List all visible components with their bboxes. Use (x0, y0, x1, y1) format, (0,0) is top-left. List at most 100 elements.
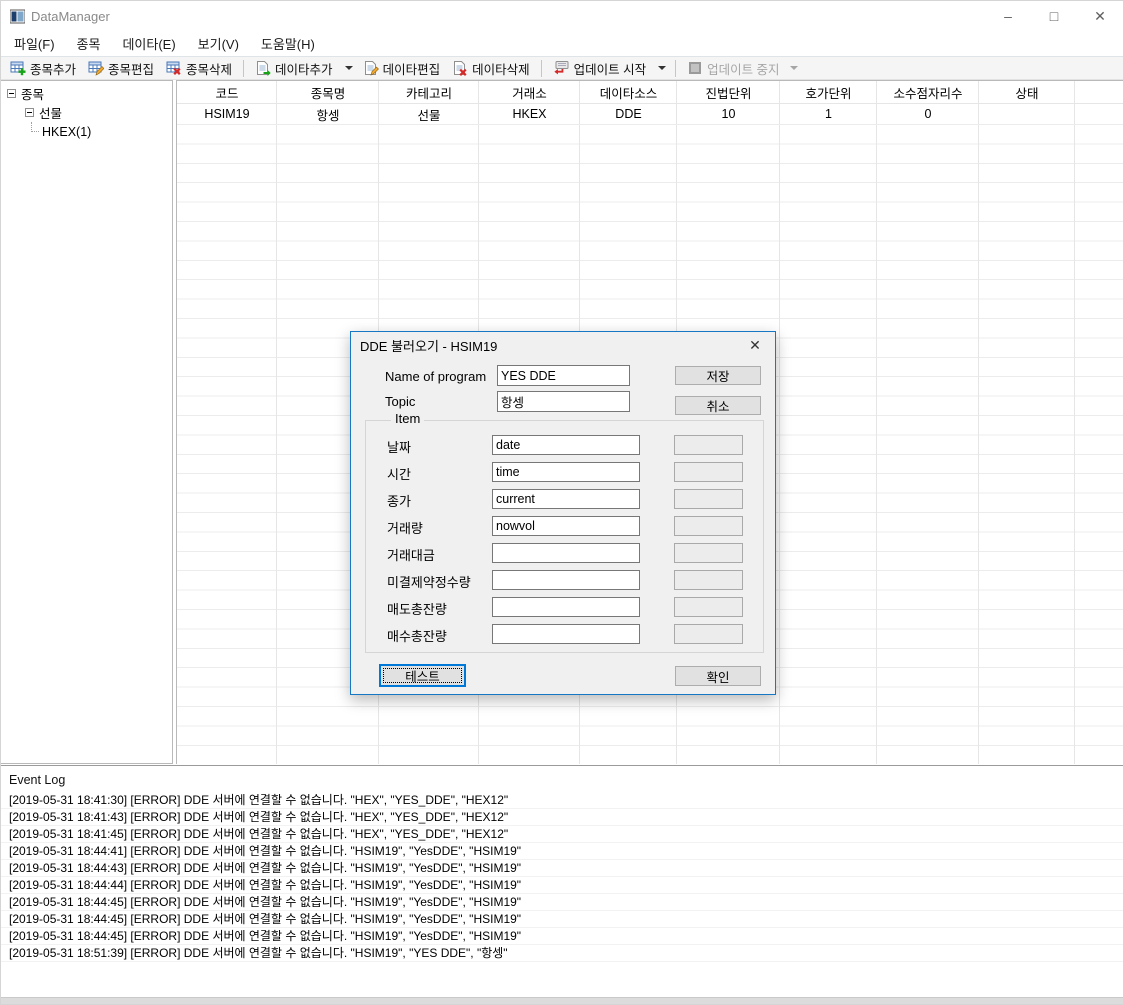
column-header[interactable]: 코드 (177, 81, 277, 103)
item-field-input[interactable] (492, 597, 640, 617)
column-header[interactable]: 호가단위 (780, 81, 877, 103)
delete-symbol-label: 종목삭제 (186, 59, 232, 78)
grid-cell[interactable]: 0 (877, 104, 979, 124)
item-field-input[interactable] (492, 489, 640, 509)
item-test-result-box (674, 516, 743, 536)
grid-column-separator (779, 81, 780, 764)
event-log-entry[interactable]: [2019-05-31 18:41:43] [ERROR] DDE 서버에 연결… (1, 809, 1123, 826)
collapse-icon[interactable] (25, 108, 34, 117)
collapse-icon[interactable] (7, 89, 16, 98)
edit-data-button[interactable]: 데이타편집 (357, 57, 447, 80)
tree-root-label[interactable]: 종목 (21, 84, 44, 103)
delete-symbol-button[interactable]: 종목삭제 (160, 57, 238, 80)
item-field-label: 종가 (387, 491, 411, 510)
item-field-input[interactable] (492, 462, 640, 482)
edit-symbol-button[interactable]: 종목편집 (82, 57, 160, 80)
add-data-button[interactable]: 데이타추가 (249, 57, 339, 80)
start-update-label: 업데이트 시작 (574, 59, 646, 78)
tree-item-futures[interactable]: 선물 (1, 103, 172, 122)
menu-help[interactable]: 도움말(H) (250, 31, 326, 56)
tree-item-hkex[interactable]: HKEX(1) (1, 122, 172, 141)
event-log-entry[interactable]: [2019-05-31 18:44:44] [ERROR] DDE 서버에 연결… (1, 877, 1123, 894)
grid-column-separator (276, 81, 277, 764)
add-data-dropdown-icon[interactable] (345, 66, 353, 70)
grid-cell[interactable]: 항셍 (277, 104, 379, 124)
tree-item-root[interactable]: 종목 (1, 84, 172, 103)
column-header[interactable]: 종목명 (277, 81, 379, 103)
toolbar: 종목추가 종목편집 종목삭제 데이타추가 데이타편집 데이타삭제 업데이트 시작 (1, 56, 1123, 80)
window-title: DataManager (31, 9, 110, 24)
dialog-close-button[interactable]: ✕ (739, 332, 771, 359)
stop-update-dropdown-icon (790, 66, 798, 70)
save-button[interactable]: 저장 (675, 366, 761, 385)
item-field-label: 미결제약정수량 (387, 572, 471, 591)
add-symbol-label: 종목추가 (30, 59, 76, 78)
delete-data-button[interactable]: 데이타삭제 (446, 57, 536, 80)
horizontal-scrollbar[interactable] (1, 997, 1123, 1004)
maximize-button[interactable]: □ (1031, 1, 1077, 31)
cancel-button[interactable]: 취소 (675, 396, 761, 415)
program-name-label: Name of program (385, 369, 486, 384)
column-header[interactable]: 카테고리 (379, 81, 479, 103)
tree-futures-label[interactable]: 선물 (39, 103, 62, 122)
start-update-dropdown-icon[interactable] (658, 66, 666, 70)
grid-cell[interactable]: 10 (677, 104, 780, 124)
dialog-title-bar: DDE 불러오기 - HSIM19 (351, 332, 775, 359)
menu-file[interactable]: 파일(F) (3, 31, 66, 56)
event-log-entry[interactable]: [2019-05-31 18:41:45] [ERROR] DDE 서버에 연결… (1, 826, 1123, 843)
item-field-input[interactable] (492, 543, 640, 563)
item-field-input[interactable] (492, 624, 640, 644)
event-log-entry[interactable]: [2019-05-31 18:41:30] [ERROR] DDE 서버에 연결… (1, 792, 1123, 809)
stop-update-button: 업데이트 중지 (681, 57, 807, 80)
ok-button[interactable]: 확인 (675, 666, 761, 686)
dialog-title: DDE 불러오기 - HSIM19 (360, 336, 497, 355)
item-test-result-box (674, 624, 743, 644)
doc-delete-icon (452, 60, 468, 76)
app-window: DataManager – □ ✕ 파일(F) 종목 데이타(E) 보기(V) … (0, 0, 1124, 1005)
grid-data-row[interactable]: HSIM19항셍선물HKEXDDE1010 (177, 104, 1124, 125)
column-header[interactable]: 진법단위 (677, 81, 780, 103)
column-header[interactable]: 거래소 (479, 81, 580, 103)
menu-view[interactable]: 보기(V) (187, 31, 250, 56)
doc-edit-icon (363, 60, 379, 76)
column-header[interactable]: 데이타소스 (580, 81, 677, 103)
close-button[interactable]: ✕ (1077, 1, 1123, 31)
grid-cell[interactable]: DDE (580, 104, 677, 124)
item-field-input[interactable] (492, 570, 640, 590)
window-controls: – □ ✕ (985, 1, 1123, 31)
grid-cell[interactable]: 선물 (379, 104, 479, 124)
title-bar: DataManager – □ ✕ (1, 1, 1123, 31)
item-field-input[interactable] (492, 435, 640, 455)
event-log-entry[interactable]: [2019-05-31 18:51:39] [ERROR] DDE 서버에 연결… (1, 945, 1123, 962)
column-header[interactable]: 상태 (979, 81, 1075, 103)
minimize-button[interactable]: – (985, 1, 1031, 31)
event-log-entry[interactable]: [2019-05-31 18:44:45] [ERROR] DDE 서버에 연결… (1, 928, 1123, 945)
event-log-entry[interactable]: [2019-05-31 18:44:45] [ERROR] DDE 서버에 연결… (1, 911, 1123, 928)
event-log-entry[interactable]: [2019-05-31 18:44:45] [ERROR] DDE 서버에 연결… (1, 894, 1123, 911)
item-field-input[interactable] (492, 516, 640, 536)
topic-input[interactable] (497, 391, 630, 412)
event-log-entry[interactable]: [2019-05-31 18:44:43] [ERROR] DDE 서버에 연결… (1, 860, 1123, 877)
grid-cell[interactable]: HSIM19 (177, 104, 277, 124)
test-button[interactable]: 테스트 (379, 664, 466, 687)
menu-symbol[interactable]: 종목 (66, 31, 112, 56)
item-field-label: 매수총잔량 (387, 626, 447, 645)
grid-column-separator (876, 81, 877, 764)
event-log-entry[interactable]: [2019-05-31 18:44:41] [ERROR] DDE 서버에 연결… (1, 843, 1123, 860)
cancel-button-label: 취소 (706, 396, 729, 415)
menu-bar: 파일(F) 종목 데이타(E) 보기(V) 도움말(H) (1, 31, 1123, 56)
grid-cell[interactable]: 1 (780, 104, 877, 124)
column-header[interactable]: 소수점자리수 (877, 81, 979, 103)
grid-cell[interactable]: HKEX (479, 104, 580, 124)
topic-label: Topic (385, 394, 415, 409)
start-update-button[interactable]: 업데이트 시작 (547, 57, 652, 80)
tree-connector (31, 122, 39, 132)
grid-cell[interactable] (979, 104, 1075, 124)
program-name-input[interactable] (497, 365, 630, 386)
add-symbol-button[interactable]: 종목추가 (4, 57, 82, 80)
menu-data[interactable]: 데이타(E) (111, 31, 186, 56)
tree-hkex-label[interactable]: HKEX(1) (42, 125, 91, 139)
toolbar-separator (541, 60, 542, 77)
table-delete-icon (166, 60, 182, 76)
close-icon: ✕ (1094, 8, 1106, 25)
